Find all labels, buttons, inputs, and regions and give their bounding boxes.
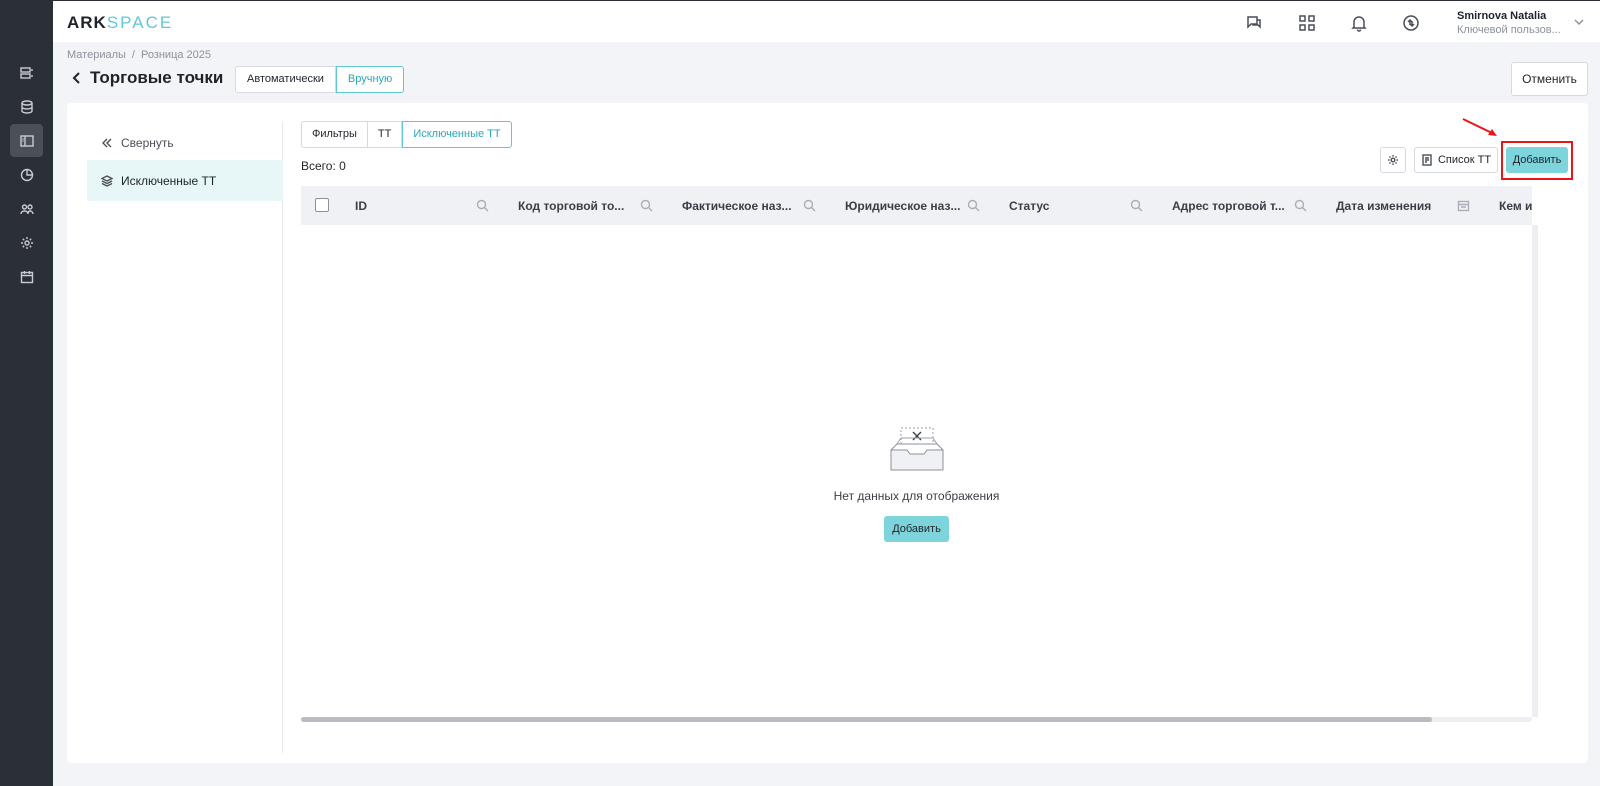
- annotation-arrow-icon: [1462, 118, 1497, 136]
- apps-grid-icon[interactable]: [1297, 13, 1317, 33]
- layers-icon: [101, 174, 113, 187]
- column-calendar-icon[interactable]: [1457, 199, 1470, 212]
- nav-layout-icon[interactable]: [10, 124, 43, 157]
- column-search-icon[interactable]: [476, 199, 489, 212]
- breadcrumb-item-retail[interactable]: Розница 2025: [141, 49, 211, 61]
- empty-add-button[interactable]: Добавить: [884, 516, 949, 542]
- column-search-icon[interactable]: [803, 199, 816, 212]
- table-header: ID Код торговой то... Фактическое наз...…: [301, 186, 1532, 225]
- column-header-legal-name[interactable]: Юридическое наз...: [845, 186, 960, 225]
- nav-dashboard-icon[interactable]: [10, 56, 43, 89]
- collapse-label: Свернуть: [121, 136, 174, 150]
- tab-filters[interactable]: Фильтры: [301, 121, 368, 148]
- nav-database-icon[interactable]: [10, 90, 43, 123]
- column-search-icon[interactable]: [1130, 199, 1143, 212]
- annotation-highlight-box: [1501, 141, 1573, 180]
- chevron-down-icon[interactable]: [1573, 15, 1585, 27]
- nav-analytics-icon[interactable]: [10, 158, 43, 191]
- empty-state-text: Нет данных для отображения: [833, 489, 1000, 503]
- left-nav-rail: [0, 0, 53, 786]
- collapse-button[interactable]: Свернуть: [101, 133, 174, 153]
- empty-state: Нет данных для отображения Добавить: [301, 426, 1532, 542]
- content-tabs: Фильтры ТТ Исключенные ТТ: [301, 121, 512, 148]
- vertical-scrollbar[interactable]: [1532, 225, 1538, 717]
- gear-icon: [1388, 155, 1398, 165]
- nav-users-icon[interactable]: [10, 192, 43, 225]
- support-chat-icon[interactable]: [1244, 13, 1264, 33]
- double-chevron-left-icon: [102, 138, 112, 148]
- data-table: ID Код торговой то... Фактическое наз...…: [301, 186, 1532, 723]
- side-item-excluded[interactable]: Исключенные ТТ: [87, 160, 283, 201]
- user-role: Ключевой пользов...: [1457, 24, 1561, 36]
- tt-list-button[interactable]: Список ТТ: [1414, 147, 1498, 173]
- column-header-modified-date[interactable]: Дата изменения: [1336, 186, 1431, 225]
- back-arrow-icon[interactable]: [70, 71, 84, 85]
- total-count: Всего: 0: [301, 159, 346, 173]
- empty-inbox-icon: [890, 427, 943, 471]
- sync-icon[interactable]: [1401, 13, 1421, 33]
- mode-manual-button[interactable]: Вручную: [335, 66, 405, 93]
- horizontal-scrollbar[interactable]: [301, 717, 1532, 722]
- breadcrumb-item-materials[interactable]: Материалы: [67, 49, 126, 61]
- bell-icon[interactable]: [1349, 13, 1369, 33]
- column-header-id[interactable]: ID: [355, 186, 367, 225]
- column-search-icon[interactable]: [640, 199, 653, 212]
- user-name: Smirnova Natalia: [1457, 10, 1547, 22]
- main-card: Свернуть Исключенные ТТ Фильтры ТТ Исклю…: [67, 103, 1588, 763]
- tt-list-label: Список ТТ: [1437, 154, 1492, 166]
- select-all-checkbox[interactable]: [315, 198, 329, 212]
- mode-toggle: Автоматически Вручную: [235, 66, 405, 93]
- cancel-button[interactable]: Отменить: [1511, 62, 1588, 96]
- nav-settings-icon[interactable]: [10, 226, 43, 259]
- column-header-modified-by[interactable]: Кем из: [1499, 186, 1532, 225]
- breadcrumb: Материалы / Розница 2025: [67, 49, 212, 61]
- column-search-icon[interactable]: [967, 199, 980, 212]
- nav-calendar-icon[interactable]: [10, 260, 43, 293]
- arkspace-logo[interactable]: ARKSPACE: [67, 13, 173, 33]
- side-item-label: Исключенные ТТ: [121, 173, 217, 188]
- column-search-icon[interactable]: [1294, 199, 1307, 212]
- user-menu[interactable]: Smirnova Natalia Ключевой пользов...: [1457, 10, 1567, 37]
- horizontal-scroll-thumb[interactable]: [301, 717, 1432, 722]
- top-header: ARKSPACE Smirnova Natalia Ключевой польз…: [53, 0, 1600, 42]
- column-header-code[interactable]: Код торговой то...: [518, 186, 624, 225]
- mode-auto-button[interactable]: Автоматически: [235, 66, 336, 93]
- column-header-status[interactable]: Статус: [1009, 186, 1049, 225]
- document-icon: [1422, 154, 1432, 166]
- page-title: Торговые точки: [90, 68, 224, 87]
- column-header-actual-name[interactable]: Фактическое наз...: [682, 186, 792, 225]
- tab-excluded-tt[interactable]: Исключенные ТТ: [402, 121, 512, 148]
- table-settings-button[interactable]: [1380, 147, 1406, 173]
- tab-tt[interactable]: ТТ: [367, 121, 403, 148]
- column-header-address[interactable]: Адрес торговой т...: [1172, 186, 1285, 225]
- side-panel: Свернуть Исключенные ТТ: [87, 123, 283, 753]
